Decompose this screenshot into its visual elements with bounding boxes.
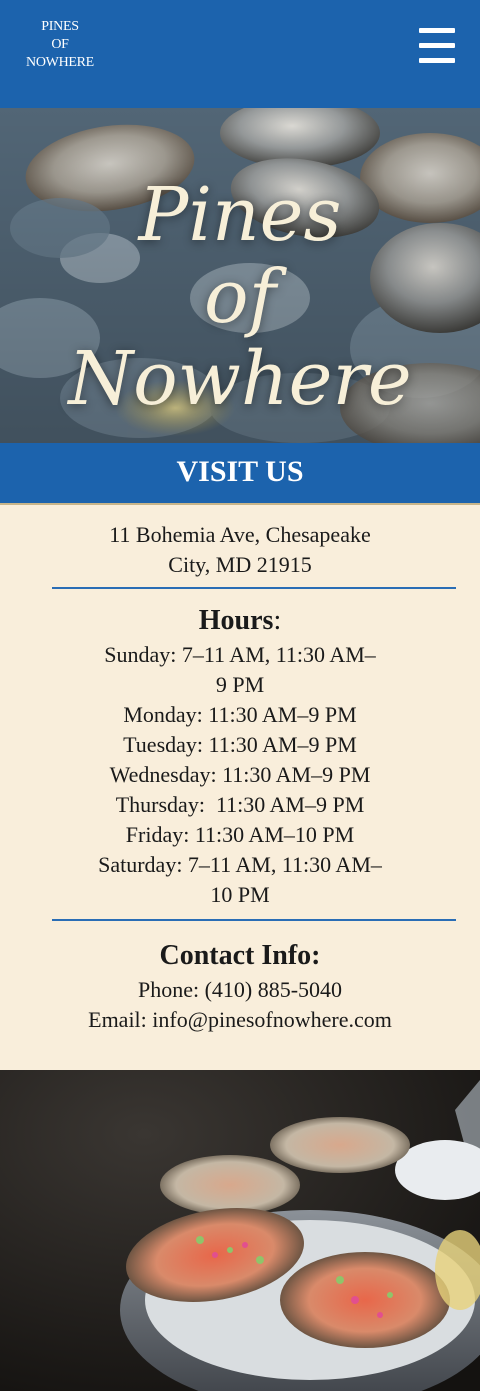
hero-title-line-2: of xyxy=(204,254,276,340)
oyster-platter-photo xyxy=(0,1070,480,1391)
hours-wednesday: Wednesday: 11:30 AM–9 PM xyxy=(109,762,371,787)
logo-line-2: OF xyxy=(51,37,69,52)
site-logo[interactable]: PINES OF NOWHERE xyxy=(14,18,106,72)
oyster-platter-image xyxy=(0,1070,480,1391)
hours-sunday-line-1: Sunday: 7–11 AM, 11:30 AM– xyxy=(104,642,376,667)
visit-us-heading: VISIT US xyxy=(176,455,304,488)
email-link[interactable]: Email: info@pinesofnowhere.com xyxy=(0,1005,480,1035)
hero-title-line-1: Pines xyxy=(138,172,342,258)
visit-info-panel: 11 Bohemia Ave, Chesapeake City, MD 2191… xyxy=(0,505,480,1070)
hours-tuesday: Tuesday: 11:30 AM–9 PM xyxy=(123,732,357,757)
address-line-1: 11 Bohemia Ave, Chesapeake xyxy=(109,522,371,547)
hours-label: Hours xyxy=(198,605,274,636)
address-line-2: City, MD 21915 xyxy=(168,552,312,577)
hours-saturday: Saturday: 7–11 AM, 11:30 AM– 10 PM xyxy=(60,850,420,910)
hero-title-line-3: Nowhere xyxy=(68,336,412,422)
divider xyxy=(52,919,456,921)
logo-line-1: PINES xyxy=(41,19,79,34)
hours-saturday-line-1: Saturday: 7–11 AM, 11:30 AM– xyxy=(98,852,382,877)
hours-sunday-line-2: 9 PM xyxy=(215,672,265,697)
hours-sunday: Sunday: 7–11 AM, 11:30 AM– 9 PM xyxy=(60,640,420,700)
hours-monday: Monday: 11:30 AM–9 PM xyxy=(123,702,357,727)
hamburger-menu-icon[interactable] xyxy=(417,26,457,66)
hero-banner: Pines of Nowhere xyxy=(0,108,480,445)
site-header: PINES OF NOWHERE xyxy=(0,0,480,108)
hours-friday: Friday: 11:30 AM–10 PM xyxy=(125,822,355,847)
hours-heading: Hours: xyxy=(0,605,480,637)
visit-us-band: VISIT US xyxy=(0,443,480,505)
hours-saturday-line-2: 10 PM xyxy=(210,882,270,907)
divider xyxy=(52,587,456,589)
contact-heading: Contact Info: xyxy=(159,940,321,971)
address: 11 Bohemia Ave, Chesapeake City, MD 2191… xyxy=(60,520,420,580)
hero-title: Pines of Nowhere xyxy=(0,174,480,420)
hours-thursday: Thursday: 11:30 AM–9 PM xyxy=(115,792,365,817)
logo-line-3: NOWHERE xyxy=(26,55,94,70)
hours-list: Sunday: 7–11 AM, 11:30 AM– 9 PM Monday: … xyxy=(60,640,420,910)
hours-colon: : xyxy=(273,605,282,636)
phone-link[interactable]: Phone: (410) 885-5040 xyxy=(0,975,480,1005)
